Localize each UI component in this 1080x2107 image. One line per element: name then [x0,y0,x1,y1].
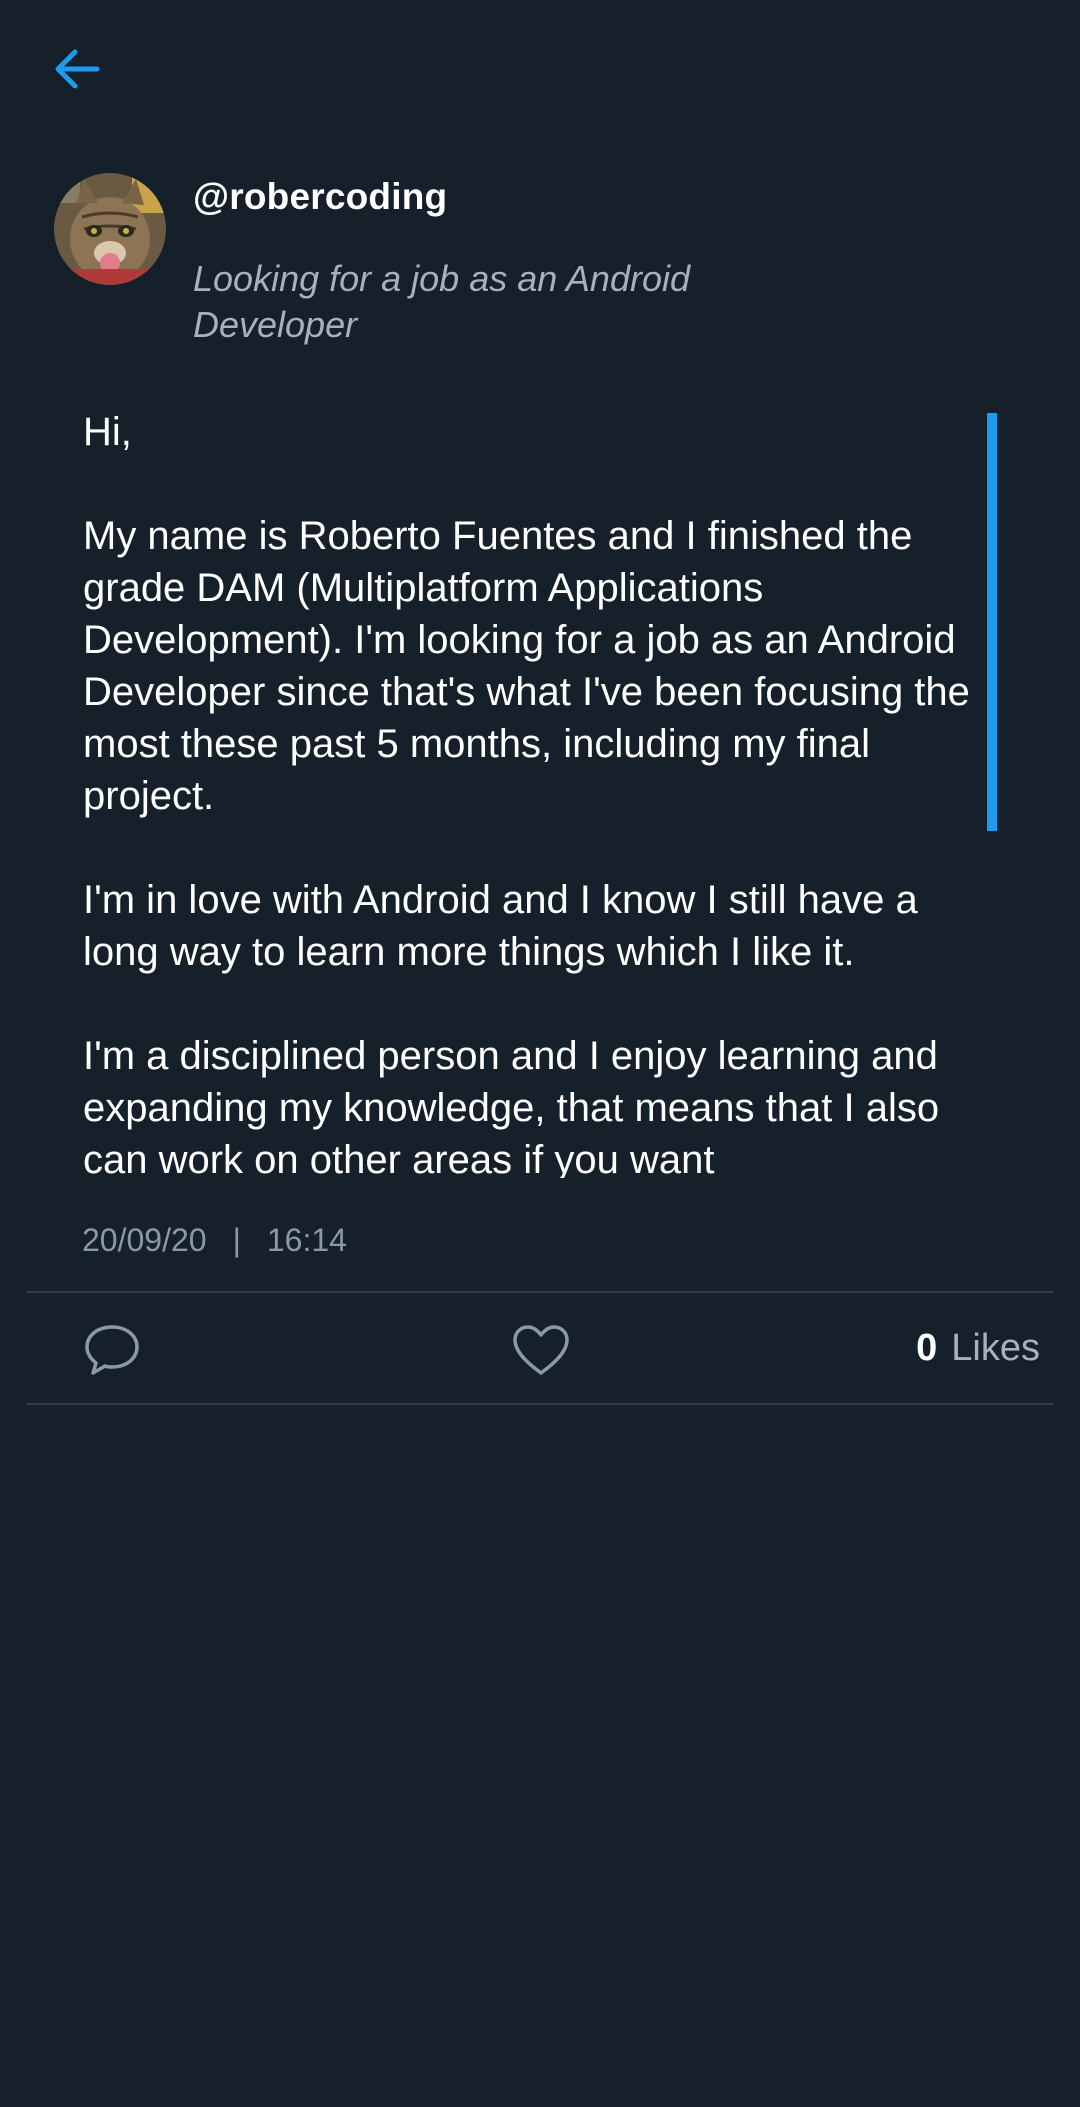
post-body-scroll[interactable]: Hi, My name is Roberto Fuentes and I fin… [83,406,993,1178]
post-paragraph: My name is Roberto Fuentes and I finishe… [83,514,970,818]
post-paragraph: Hi, [83,410,132,454]
likes-counter[interactable]: 0 Likes [916,1327,1040,1370]
cat-avatar-image [54,173,166,285]
divider-bottom [27,1403,1053,1405]
timestamp-separator: | [232,1222,241,1258]
post-paragraph: I'm a disciplined person and I enjoy lea… [83,1034,940,1178]
back-button[interactable] [44,36,110,102]
author-bio: Looking for a job as an Android Develope… [193,258,691,345]
heart-icon [513,1325,569,1375]
comment-icon [85,1325,139,1375]
post-time: 16:14 [266,1222,347,1258]
scrollbar-thumb[interactable] [987,413,997,831]
divider-top [27,1291,1053,1293]
comment-button[interactable] [78,1318,146,1382]
post-detail-screen: @robercoding Looking for a job as an And… [0,0,1080,2107]
arrow-left-icon [55,49,100,89]
post-body: Hi, My name is Roberto Fuentes and I fin… [83,406,983,1178]
post-date: 20/09/20 [82,1222,207,1258]
author-username[interactable]: @robercoding [193,176,447,218]
post-paragraph: I'm in love with Android and I know I st… [83,878,918,974]
avatar[interactable] [54,173,166,285]
likes-count: 0 [916,1327,938,1369]
likes-label: Likes [951,1327,1040,1369]
post-timestamp: 20/09/20 | 16:14 [82,1222,347,1259]
like-button[interactable] [508,1318,574,1382]
